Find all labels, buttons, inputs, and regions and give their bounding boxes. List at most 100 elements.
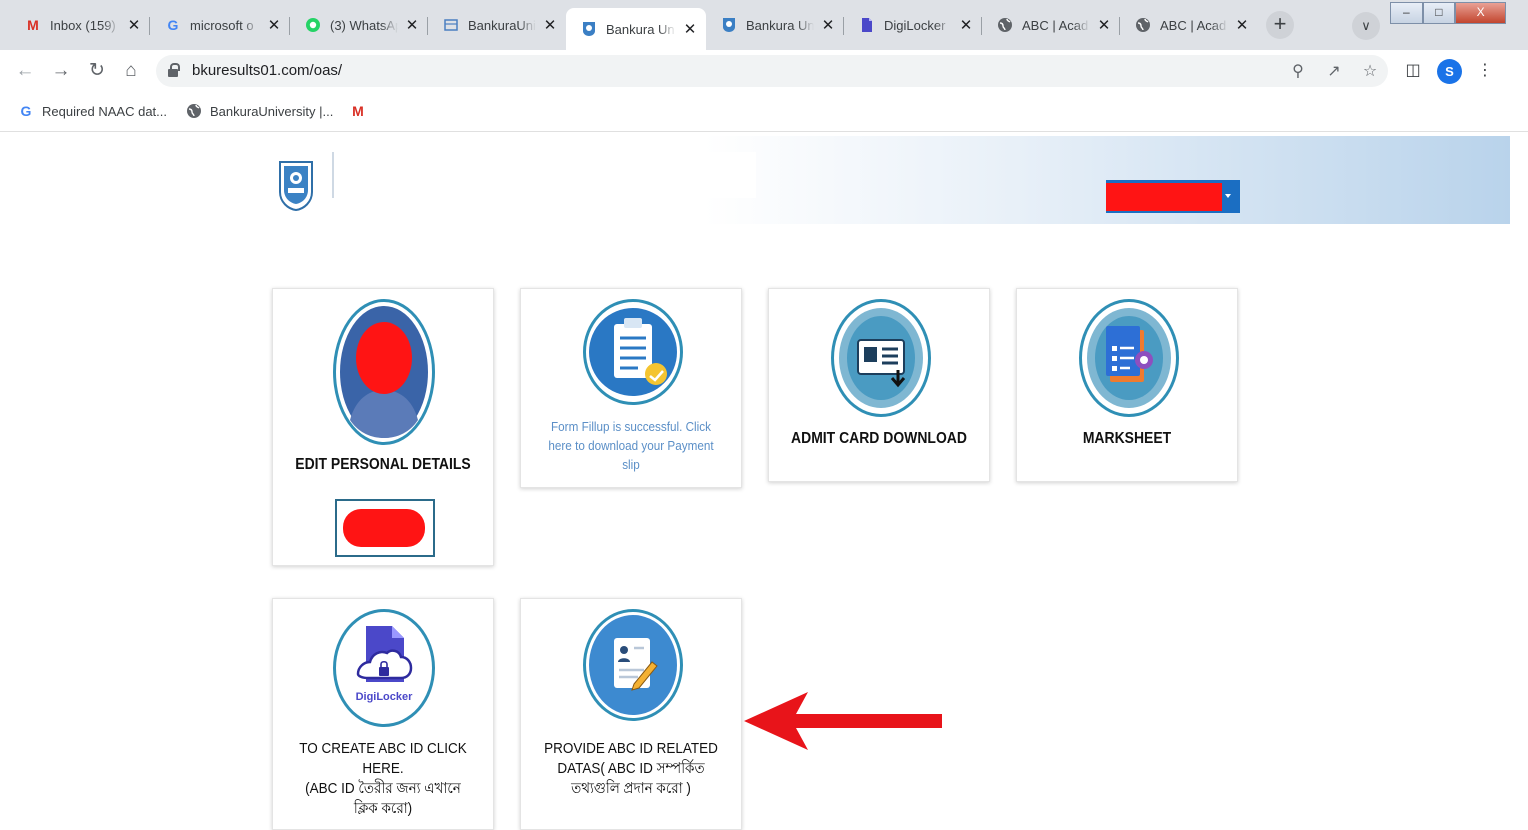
id-card-download-icon: [831, 299, 931, 417]
university-logo-icon: [580, 20, 598, 38]
university-logo-icon: [720, 16, 738, 34]
tab-label: DigiLocker: [884, 17, 946, 33]
address-url[interactable]: bkuresults01.com/oas/: [192, 62, 342, 79]
student-photo-icon: [333, 299, 435, 445]
card-provide-abc-id-data[interactable]: PROVIDE ABC ID RELATED DATAS( ABC ID সম্…: [520, 598, 742, 830]
tab-abc-2[interactable]: ABC | Acad ✕: [1120, 8, 1258, 42]
card-label-line: HERE.: [362, 760, 404, 777]
tab-inbox[interactable]: M Inbox (159) ✕: [10, 8, 150, 42]
chevron-down-icon: ∨: [1361, 18, 1371, 33]
payment-slip-link[interactable]: Form Fillup is successful. Click here to…: [543, 417, 719, 474]
bookmark-bankura[interactable]: BankuraUniversity |...: [186, 103, 333, 119]
university-logo-icon: [279, 161, 313, 212]
site-title-redacted: [332, 152, 756, 198]
card-label: EDIT PERSONAL DETAILS: [295, 456, 471, 473]
forward-arrow-icon: →: [51, 60, 71, 81]
tab-label: ABC | Acad: [1022, 17, 1089, 33]
card-label: ADMIT CARD DOWNLOAD: [791, 430, 967, 447]
close-icon[interactable]: ✕: [404, 16, 420, 34]
tab-label: Bankura Un: [746, 17, 814, 33]
tab-whatsapp[interactable]: (3) WhatsApp ✕: [290, 8, 428, 42]
close-icon[interactable]: ✕: [266, 16, 282, 34]
card-create-abc-id[interactable]: DigiLocker TO CREATE ABC ID CLICK HERE. …: [272, 598, 494, 830]
card-label: PROVIDE ABC ID RELATED DATAS( ABC ID সম্…: [532, 739, 730, 799]
edit-button[interactable]: [335, 499, 435, 557]
browser-tab-strip: M Inbox (159) ✕ G microsoft o ✕ (3) What…: [0, 0, 1528, 50]
close-icon[interactable]: ✕: [126, 16, 142, 34]
edit-button-redacted: [343, 509, 425, 547]
lock-icon: [168, 63, 180, 77]
back-button[interactable]: ←: [12, 58, 38, 84]
digilocker-logo-text: DigiLocker: [356, 691, 414, 703]
card-label: TO CREATE ABC ID CLICK HERE. (ABC ID তৈর…: [284, 739, 482, 819]
close-icon[interactable]: ✕: [682, 20, 698, 38]
window-controls: – □ X: [1390, 2, 1507, 24]
menu-button[interactable]: ⋮: [1472, 58, 1498, 84]
card-label-line: TO CREATE ABC ID CLICK: [299, 740, 467, 757]
tab-label: Inbox (159): [50, 17, 116, 33]
address-bar[interactable]: bkuresults01.com/oas/ ⚲ ↗ ☆: [156, 55, 1388, 87]
google-icon: G: [167, 17, 179, 33]
bookmark-label: BankuraUniversity |...: [210, 103, 334, 119]
tab-digilocker[interactable]: DigiLocker ✕: [844, 8, 982, 42]
profile-avatar[interactable]: S: [1437, 59, 1462, 84]
globe-icon: [186, 103, 202, 119]
card-edit-personal-details[interactable]: EDIT PERSONAL DETAILS: [272, 288, 494, 566]
bookmarks-bar: G Required NAAC dat... BankuraUniversity…: [0, 92, 1528, 132]
card-label: MARKSHEET: [1082, 430, 1172, 447]
bookmark-naac[interactable]: G Required NAAC dat...: [18, 103, 167, 119]
gmail-icon: M: [27, 17, 39, 33]
close-icon[interactable]: ✕: [1096, 16, 1112, 34]
clipboard-icon: [583, 299, 683, 405]
globe-icon: [996, 16, 1014, 34]
tab-bankura-2[interactable]: Bankura Un ✕: [706, 8, 844, 42]
card-label-line: DATAS( ABC ID সম্পর্কিত: [557, 760, 705, 777]
home-icon: ⌂: [125, 60, 137, 81]
card-label-line: তথ্যগুলি প্রদান করো ): [571, 780, 691, 797]
bookmark-gmail[interactable]: M: [350, 103, 374, 119]
share-icon[interactable]: ↗: [1324, 62, 1344, 82]
plus-icon: +: [1273, 11, 1287, 36]
side-panel-icon: ◫: [1405, 62, 1421, 79]
window-close-button[interactable]: X: [1455, 2, 1507, 24]
maximize-button[interactable]: □: [1422, 2, 1456, 24]
tab-label: microsoft o: [190, 17, 254, 33]
forward-button[interactable]: →: [48, 58, 74, 84]
kebab-menu-icon: ⋮: [1477, 62, 1493, 79]
reload-icon: ↻: [89, 60, 105, 81]
user-menu-dropdown[interactable]: [1106, 180, 1240, 213]
tab-label: Bankura Un: [606, 21, 675, 37]
star-icon[interactable]: ☆: [1360, 62, 1380, 82]
card-label-line: PROVIDE ABC ID RELATED: [544, 740, 718, 757]
card-admit-card-download[interactable]: ADMIT CARD DOWNLOAD: [768, 288, 990, 482]
close-icon[interactable]: ✕: [820, 16, 836, 34]
close-icon[interactable]: ✕: [1234, 16, 1250, 34]
tab-microsoft[interactable]: G microsoft o ✕: [150, 8, 290, 42]
close-icon[interactable]: ✕: [958, 16, 974, 34]
google-icon: G: [20, 103, 32, 119]
gmail-icon: M: [352, 103, 364, 119]
close-icon[interactable]: ✕: [542, 16, 558, 34]
zoom-icon[interactable]: ⚲: [1288, 62, 1308, 82]
tab-bankurauni-docs[interactable]: BankuraUni ✕: [428, 8, 566, 42]
card-marksheet[interactable]: MARKSHEET: [1016, 288, 1238, 482]
reload-button[interactable]: ↻: [84, 58, 110, 84]
globe-icon: [1134, 16, 1152, 34]
form-edit-icon: [583, 609, 683, 721]
bookmark-label: Required NAAC dat...: [42, 103, 168, 119]
whatsapp-icon: [304, 16, 322, 34]
minimize-button[interactable]: –: [1390, 2, 1423, 24]
new-tab-button[interactable]: +: [1266, 11, 1294, 39]
card-form-fillup[interactable]: Form Fillup is successful. Click here to…: [520, 288, 742, 488]
home-button[interactable]: ⌂: [118, 58, 144, 84]
username-redacted: [1106, 183, 1222, 211]
tab-bankura-active[interactable]: Bankura Un ✕: [566, 8, 706, 50]
browser-toolbar: ← → ↻ ⌂ bkuresults01.com/oas/ ⚲ ↗ ☆ ◫ S …: [0, 50, 1528, 92]
tab-abc-1[interactable]: ABC | Acad ✕: [982, 8, 1120, 42]
side-panel-button[interactable]: ◫: [1400, 58, 1426, 84]
caret-down-icon: [1225, 194, 1231, 198]
back-arrow-icon: ←: [15, 60, 35, 81]
digilocker-icon: DigiLocker: [333, 609, 435, 727]
tab-label: (3) WhatsApp: [330, 17, 398, 33]
tab-search-button[interactable]: ∨: [1352, 12, 1380, 40]
